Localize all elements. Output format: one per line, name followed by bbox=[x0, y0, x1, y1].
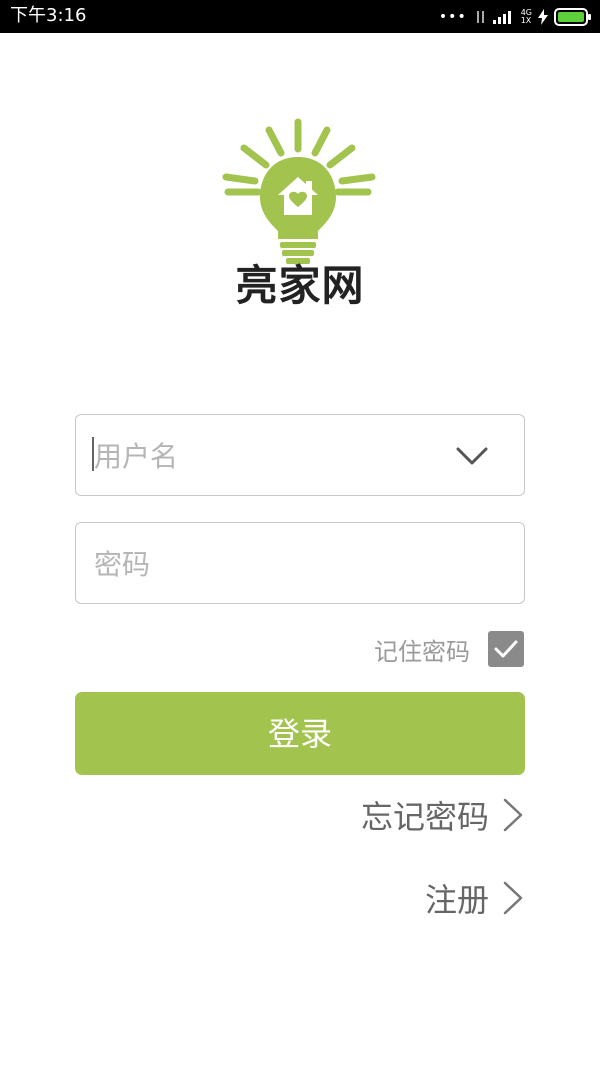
password-input[interactable] bbox=[92, 523, 456, 605]
charging-icon bbox=[538, 9, 548, 25]
username-field[interactable] bbox=[75, 414, 525, 497]
login-button[interactable]: 登录 bbox=[75, 692, 525, 775]
status-icons: ••• 4G 1X bbox=[439, 7, 592, 27]
signal-icon bbox=[492, 11, 511, 24]
chevron-down-icon[interactable] bbox=[456, 445, 488, 467]
remember-password-label: 记住密码 bbox=[374, 638, 470, 666]
forgot-password-link[interactable]: 忘记密码 bbox=[361, 792, 525, 838]
chevron-right-icon bbox=[503, 798, 523, 832]
username-input[interactable] bbox=[92, 415, 456, 497]
status-time: 下午3:16 bbox=[10, 5, 87, 26]
more-notifications-icon: ••• bbox=[438, 9, 467, 25]
data-transfer-icon bbox=[476, 11, 484, 23]
chevron-right-icon bbox=[503, 881, 523, 915]
remember-password-checkbox[interactable] bbox=[488, 631, 524, 667]
password-field[interactable] bbox=[75, 522, 525, 605]
network-type: 4G 1X bbox=[520, 8, 532, 25]
forgot-password-label: 忘记密码 bbox=[360, 798, 489, 836]
status-bar: 下午3:16 ••• 4G 1X bbox=[0, 0, 600, 33]
check-icon bbox=[494, 640, 518, 658]
battery-icon bbox=[554, 8, 591, 26]
register-label: 注册 bbox=[424, 881, 489, 919]
brand-name: 亮家网 bbox=[235, 261, 365, 310]
text-cursor bbox=[92, 437, 94, 471]
register-link[interactable]: 注册 bbox=[425, 875, 525, 921]
